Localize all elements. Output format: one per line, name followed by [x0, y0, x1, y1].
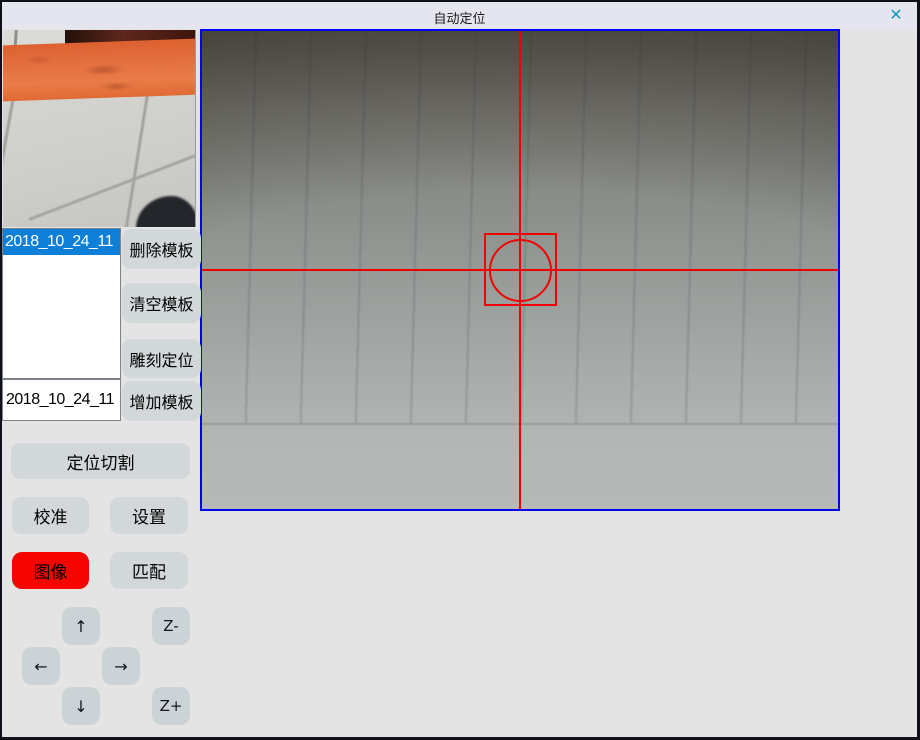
template-list-item[interactable]: 2018_10_24_11 [3, 229, 120, 255]
image-button-active[interactable]: 图像 [12, 552, 89, 589]
jog-up-button[interactable]: ↑ [62, 607, 100, 645]
titlebar: 自动定位 ✕ [2, 2, 917, 29]
engrave-position-button[interactable]: 雕刻定位 [122, 339, 201, 378]
jog-right-button[interactable]: → [102, 647, 140, 685]
calibrate-button[interactable]: 校准 [12, 497, 89, 534]
camera-view[interactable] [200, 29, 840, 511]
add-template-button[interactable]: 增加模板 [122, 381, 201, 421]
thumbnail-orange-beam [3, 38, 196, 101]
delete-template-button[interactable]: 删除模板 [122, 229, 201, 269]
template-name-input[interactable] [2, 379, 121, 421]
jog-z-minus-button[interactable]: Z- [152, 607, 190, 645]
match-button[interactable]: 匹配 [110, 552, 188, 589]
match-region-circle [489, 239, 552, 302]
clear-template-button[interactable]: 清空模板 [122, 283, 201, 323]
dialog-title: 自动定位 [2, 8, 917, 27]
template-list[interactable]: 2018_10_24_11 [2, 228, 121, 379]
jog-z-plus-button[interactable]: Z+ [152, 687, 190, 725]
position-cut-button[interactable]: 定位切割 [11, 443, 190, 479]
template-thumbnail-preview [3, 30, 196, 227]
jog-left-button[interactable]: ← [22, 647, 60, 685]
settings-button[interactable]: 设置 [110, 497, 188, 534]
jog-down-button[interactable]: ↓ [62, 687, 100, 725]
close-icon[interactable]: ✕ [885, 5, 907, 27]
auto-position-dialog: 自动定位 ✕ 2018_10_24_11 删除模板 清空模板 雕刻定位 增加模板… [0, 0, 920, 740]
